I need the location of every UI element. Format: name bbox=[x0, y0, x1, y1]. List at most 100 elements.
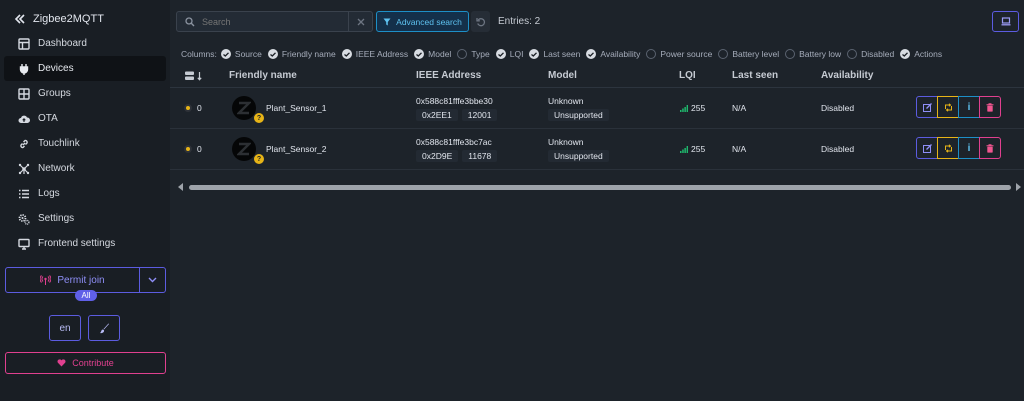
brand[interactable]: Zigbee2MQTT bbox=[14, 12, 104, 26]
search-input[interactable] bbox=[202, 16, 348, 27]
scroll-left-arrow-icon[interactable] bbox=[178, 183, 183, 191]
lqi-value: 255 bbox=[691, 103, 706, 113]
column-toggle-label: Model bbox=[428, 49, 452, 59]
interview-button[interactable]: i bbox=[958, 96, 980, 118]
list-icon bbox=[19, 189, 29, 198]
column-toggle-source[interactable]: Source bbox=[220, 49, 262, 59]
sidebar-item-label: Devices bbox=[38, 63, 74, 74]
checkbox-checked[interactable] bbox=[586, 49, 597, 59]
sidebar-item-network[interactable]: Network bbox=[4, 156, 166, 181]
ieee-address: 0x588c81fffe3bbe30 bbox=[416, 96, 493, 106]
column-toggle-label: LQI bbox=[509, 49, 524, 59]
header-friendly-name[interactable]: Friendly name bbox=[229, 70, 297, 81]
warning-badge-icon: ? bbox=[254, 113, 264, 123]
search-box bbox=[176, 11, 373, 32]
device-name-link[interactable]: Plant_Sensor_1 bbox=[266, 103, 327, 113]
clear-search-button[interactable] bbox=[348, 12, 372, 31]
checkbox-unchecked[interactable] bbox=[457, 49, 468, 59]
heart-icon bbox=[57, 359, 66, 367]
column-toggle-disabled[interactable]: Disabled bbox=[847, 49, 894, 59]
dashboard-icon bbox=[18, 37, 30, 50]
remove-button[interactable] bbox=[979, 96, 1001, 118]
column-toggle-availability[interactable]: Availability bbox=[586, 49, 640, 59]
scrollbar-thumb[interactable] bbox=[189, 185, 1011, 190]
column-toggle-label: Source bbox=[234, 49, 262, 59]
edit-icon bbox=[922, 102, 932, 112]
horizontal-scrollbar[interactable] bbox=[178, 182, 1023, 192]
undo-icon bbox=[475, 17, 485, 26]
source-cell: 0 bbox=[184, 144, 202, 154]
rename-button[interactable] bbox=[916, 96, 938, 118]
sidebar-item-groups[interactable]: Groups bbox=[4, 81, 166, 106]
device-image[interactable]: ? bbox=[232, 96, 266, 126]
checkbox-checked[interactable] bbox=[529, 49, 540, 59]
header-last-seen[interactable]: Last seen bbox=[732, 70, 778, 81]
source-value: 0 bbox=[197, 144, 202, 154]
sidebar-item-ota[interactable]: OTA bbox=[4, 106, 166, 131]
column-toggle-actions[interactable]: Actions bbox=[900, 49, 942, 59]
column-toggle-label: Availability bbox=[600, 49, 641, 59]
sidebar-item-logs[interactable]: Logs bbox=[4, 181, 166, 206]
column-toggle-model[interactable]: Model bbox=[414, 49, 451, 59]
column-toggle-label: Last seen bbox=[543, 49, 581, 59]
contribute-label: Contribute bbox=[72, 358, 114, 368]
reset-filters-button[interactable] bbox=[471, 11, 490, 32]
column-toggle-power-source[interactable]: Power source bbox=[646, 49, 712, 59]
device-image[interactable]: ? bbox=[232, 137, 266, 167]
checkbox-checked[interactable] bbox=[414, 49, 425, 59]
header-lqi[interactable]: LQI bbox=[679, 70, 696, 81]
zigbee-logo-icon bbox=[232, 137, 256, 161]
column-toggle-last-seen[interactable]: Last seen bbox=[529, 49, 580, 59]
source-status-dot bbox=[184, 104, 192, 112]
sidebar: Zigbee2MQTT Dashboard Devices Groups OTA… bbox=[0, 0, 170, 401]
column-toggle-lqi[interactable]: LQI bbox=[495, 49, 524, 59]
toggle-layout-button[interactable] bbox=[992, 11, 1019, 32]
checkbox-unchecked[interactable] bbox=[718, 49, 729, 59]
device-name-link[interactable]: Plant_Sensor_2 bbox=[266, 144, 327, 154]
checkbox-checked[interactable] bbox=[267, 49, 278, 59]
devices-page: Advanced search Entries: 2 Columns: Sour… bbox=[170, 0, 1024, 401]
plug-icon bbox=[19, 63, 29, 75]
checkbox-unchecked[interactable] bbox=[785, 49, 796, 59]
header-availability[interactable]: Availability bbox=[821, 70, 873, 81]
collapse-icon[interactable] bbox=[14, 13, 26, 25]
reconfigure-button[interactable] bbox=[937, 96, 959, 118]
header-ieee-address[interactable]: IEEE Address bbox=[416, 70, 481, 81]
header-model[interactable]: Model bbox=[548, 70, 577, 81]
interview-button[interactable]: i bbox=[958, 137, 980, 159]
sort-source-header[interactable] bbox=[185, 71, 203, 84]
sidebar-item-label: Network bbox=[38, 163, 75, 174]
checkbox-checked[interactable] bbox=[341, 49, 352, 59]
contribute-button[interactable]: Contribute bbox=[5, 352, 166, 374]
sidebar-item-settings[interactable]: Settings bbox=[4, 206, 166, 231]
nwk-dec-badge: 12001 bbox=[461, 109, 498, 121]
theme-button[interactable] bbox=[88, 315, 120, 341]
language-button[interactable]: en bbox=[49, 315, 81, 341]
checkbox-unchecked[interactable] bbox=[646, 49, 657, 59]
checkbox-checked[interactable] bbox=[220, 49, 231, 59]
search-icon bbox=[185, 16, 195, 26]
scroll-right-arrow-icon[interactable] bbox=[1016, 183, 1021, 191]
app-title: Zigbee2MQTT bbox=[33, 13, 104, 25]
network-icon bbox=[18, 163, 30, 174]
checkbox-unchecked[interactable] bbox=[847, 49, 858, 59]
permit-join-dropdown[interactable] bbox=[139, 268, 165, 292]
column-toggle-battery-level[interactable]: Battery level bbox=[718, 49, 779, 59]
remove-button[interactable] bbox=[979, 137, 1001, 159]
sidebar-item-frontend-settings[interactable]: Frontend settings bbox=[4, 231, 166, 256]
column-toggle-label: Friendly name bbox=[281, 49, 336, 59]
column-toggle-type[interactable]: Type bbox=[457, 49, 490, 59]
reconfigure-button[interactable] bbox=[937, 137, 959, 159]
column-toggle-ieee-address[interactable]: IEEE Address bbox=[341, 49, 408, 59]
checkbox-checked[interactable] bbox=[495, 49, 506, 59]
checkbox-checked[interactable] bbox=[900, 49, 911, 59]
column-toggle-battery-low[interactable]: Battery low bbox=[785, 49, 841, 59]
column-toggle-friendly-name[interactable]: Friendly name bbox=[267, 49, 336, 59]
sidebar-item-touchlink[interactable]: Touchlink bbox=[4, 131, 166, 156]
sidebar-item-devices[interactable]: Devices bbox=[4, 56, 166, 81]
paintbrush-icon bbox=[99, 323, 109, 333]
sidebar-item-dashboard[interactable]: Dashboard bbox=[4, 31, 166, 56]
permit-join-button[interactable]: Permit join bbox=[6, 268, 139, 292]
rename-button[interactable] bbox=[916, 137, 938, 159]
advanced-search-button[interactable]: Advanced search bbox=[376, 11, 469, 32]
